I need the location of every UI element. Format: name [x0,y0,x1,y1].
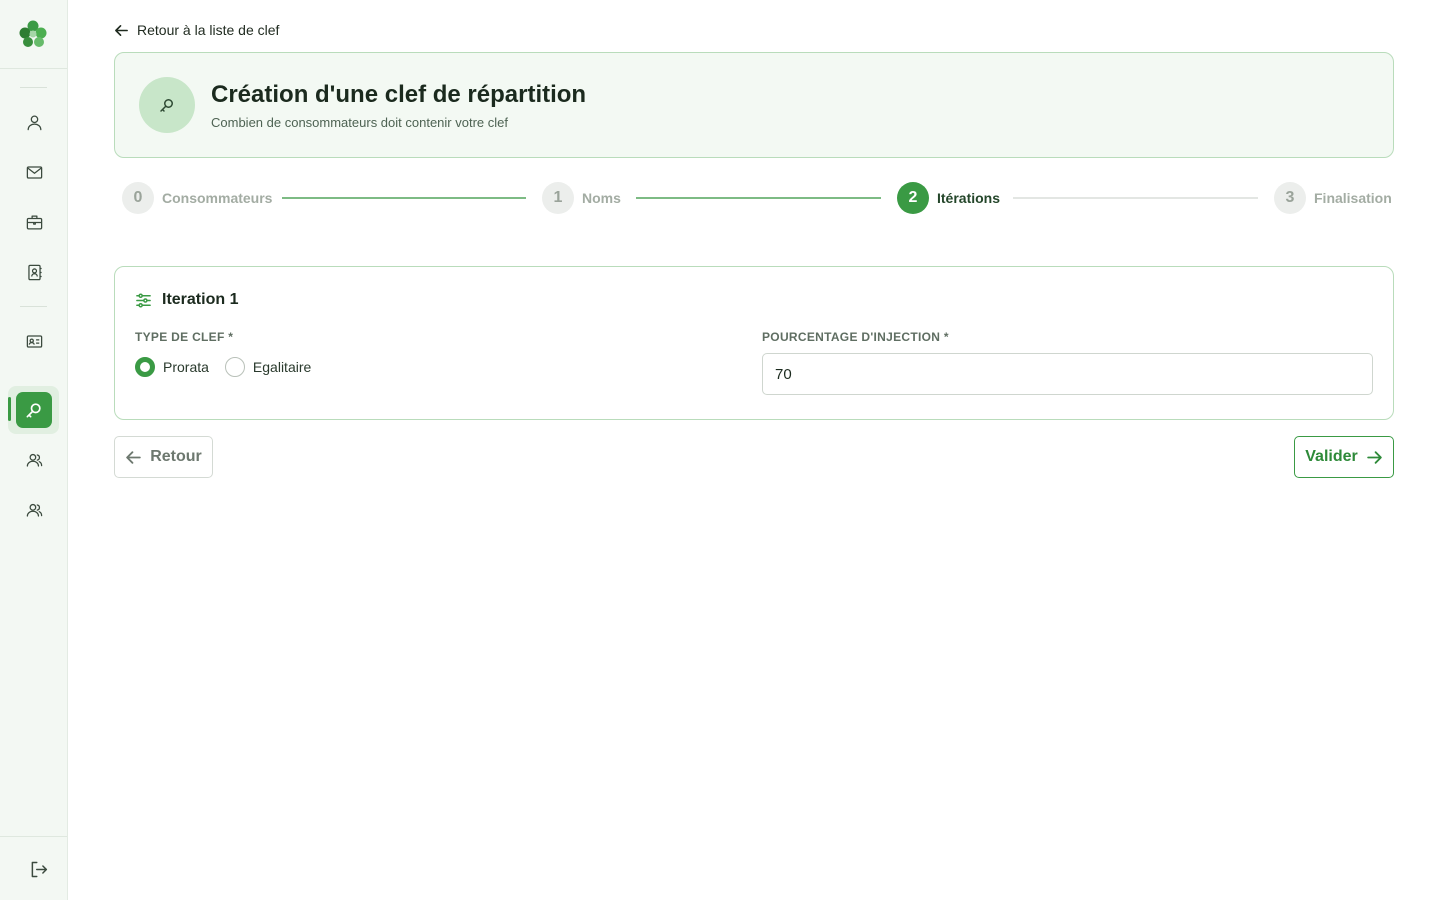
users-icon [26,503,42,517]
logout-icon [31,861,47,877]
step-number: 1 [542,182,574,214]
submit-button[interactable]: Valider [1294,436,1394,478]
nav-item-mail[interactable] [22,160,46,184]
nav-item-contacts[interactable] [22,260,46,284]
back-to-list-link[interactable]: Retour à la liste de clef [114,20,279,40]
back-link-label: Retour à la liste de clef [137,22,280,38]
back-button[interactable]: Retour [114,436,213,478]
nav-item-keys[interactable] [16,392,52,428]
radio-button[interactable] [135,357,155,377]
radio-prorata[interactable]: Prorata [135,357,209,377]
submit-button-label: Valider [1305,448,1358,465]
sidebar [0,0,68,900]
iteration-title: Iteration 1 [135,291,238,309]
back-button-label: Retour [150,448,202,465]
radio-egalitaire[interactable]: Egalitaire [224,357,312,377]
user-icon [27,115,41,130]
key-type-radio-group: Prorata Egalitaire [135,357,327,377]
radio-button[interactable] [224,357,245,377]
radio-label: Egalitaire [252,359,312,375]
stepper: 0 Consommateurs 1 Noms 2 Itérations 3 Fi… [122,182,1392,214]
key-search-icon [160,99,173,112]
sidebar-divider [20,87,47,88]
step-number: 3 [1274,182,1306,214]
step-connector [282,197,526,199]
radio-label: Prorata [163,359,209,375]
step-connector [636,197,881,199]
step-consommateurs[interactable]: 0 Consommateurs [122,182,272,214]
header-icon-badge [139,77,195,133]
step-label: Consommateurs [162,190,273,206]
iteration-title-text: Iteration 1 [162,291,239,308]
sidebar-divider [0,68,67,69]
step-number: 2 [897,182,929,214]
nav-item-group[interactable] [22,448,46,472]
nav-item-briefcase[interactable] [22,210,46,234]
step-label: Finalisation [1314,190,1392,206]
page-title: Création d'une clef de répartition [211,81,587,108]
injection-label: POURCENTAGE D'INJECTION * [762,330,949,344]
step-number: 0 [122,182,154,214]
id-card-icon [26,334,42,348]
sliders-icon [136,293,151,307]
users-icon [26,453,42,467]
logo-icon [19,20,47,47]
nav-active-indicator [8,397,11,421]
key-search-icon [26,403,41,418]
briefcase-icon [26,215,42,229]
arrow-left-icon [126,450,141,464]
nav-item-id-card[interactable] [22,329,46,353]
injection-percentage-input[interactable] [762,353,1373,395]
step-finalisation[interactable]: 3 Finalisation [1274,182,1392,214]
step-connector [1013,197,1258,199]
step-label: Itérations [937,190,1001,206]
nav-item-user[interactable] [22,110,46,134]
mail-icon [26,165,42,179]
step-label: Noms [582,190,621,206]
arrow-right-icon [1366,450,1382,464]
sidebar-divider [0,836,67,837]
nav-item-group-2[interactable] [22,498,46,522]
key-type-label: TYPE DE CLEF * [135,330,234,344]
page-header: Création d'une clef de répartition Combi… [114,52,1394,158]
logout-button[interactable] [26,857,50,881]
arrow-left-icon [115,24,128,36]
sidebar-divider [20,306,47,307]
step-iterations[interactable]: 2 Itérations [897,182,1000,214]
step-noms[interactable]: 1 Noms [542,182,621,214]
page-subtitle: Combien de consommateurs doit contenir v… [211,115,508,130]
contact-book-icon [27,264,42,280]
iteration-card: Iteration 1 TYPE DE CLEF * Prorata Egali… [114,266,1394,420]
